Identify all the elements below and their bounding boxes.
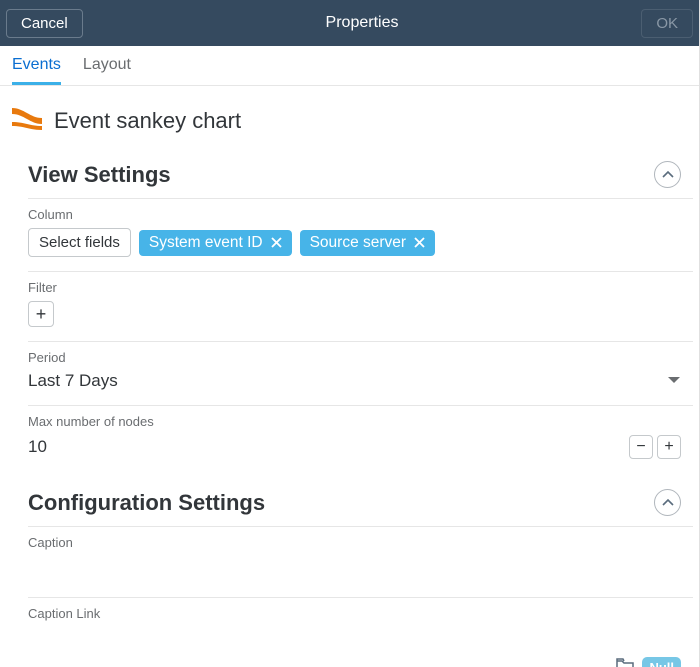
remove-pill-icon[interactable] bbox=[414, 237, 425, 248]
plus-icon: + bbox=[664, 438, 673, 456]
period-label: Period bbox=[28, 350, 681, 365]
max-nodes-stepper: − + bbox=[629, 435, 681, 459]
caption-input[interactable] bbox=[28, 556, 681, 583]
column-pill[interactable]: System event ID bbox=[139, 230, 292, 256]
caption-link-label: Caption Link bbox=[28, 606, 681, 621]
tab-layout[interactable]: Layout bbox=[83, 56, 131, 85]
ok-button[interactable]: OK bbox=[641, 9, 693, 38]
sankey-icon bbox=[12, 104, 42, 137]
folder-icon[interactable] bbox=[616, 658, 634, 667]
stepper-increment[interactable]: + bbox=[657, 435, 681, 459]
select-fields-button[interactable]: Select fields bbox=[28, 228, 131, 257]
collapse-config-settings[interactable] bbox=[654, 489, 681, 516]
period-value: Last 7 Days bbox=[28, 371, 118, 391]
cancel-button[interactable]: Cancel bbox=[6, 9, 83, 38]
chevron-down-icon bbox=[667, 372, 681, 390]
column-pill[interactable]: Source server bbox=[300, 230, 435, 256]
max-nodes-label: Max number of nodes bbox=[28, 414, 681, 429]
column-label: Column bbox=[28, 207, 681, 222]
filter-label: Filter bbox=[28, 280, 681, 295]
plus-icon: + bbox=[36, 304, 47, 325]
view-settings-heading: View Settings bbox=[28, 162, 171, 188]
remove-pill-icon[interactable] bbox=[271, 237, 282, 248]
period-select[interactable]: Last 7 Days bbox=[28, 371, 681, 391]
pill-label: Source server bbox=[310, 234, 406, 252]
chevron-up-icon bbox=[662, 497, 674, 509]
tab-events[interactable]: Events bbox=[12, 56, 61, 85]
collapse-view-settings[interactable] bbox=[654, 161, 681, 188]
max-nodes-value: 10 bbox=[28, 437, 47, 457]
minus-icon: − bbox=[636, 438, 645, 456]
config-settings-heading: Configuration Settings bbox=[28, 490, 265, 516]
stepper-decrement[interactable]: − bbox=[629, 435, 653, 459]
add-filter-button[interactable]: + bbox=[28, 301, 54, 327]
modal-title: Properties bbox=[326, 14, 399, 32]
chevron-up-icon bbox=[662, 169, 674, 181]
null-button[interactable]: Null bbox=[642, 657, 681, 667]
caption-label: Caption bbox=[28, 535, 681, 550]
pill-label: System event ID bbox=[149, 234, 263, 252]
page-title: Event sankey chart bbox=[54, 108, 241, 134]
